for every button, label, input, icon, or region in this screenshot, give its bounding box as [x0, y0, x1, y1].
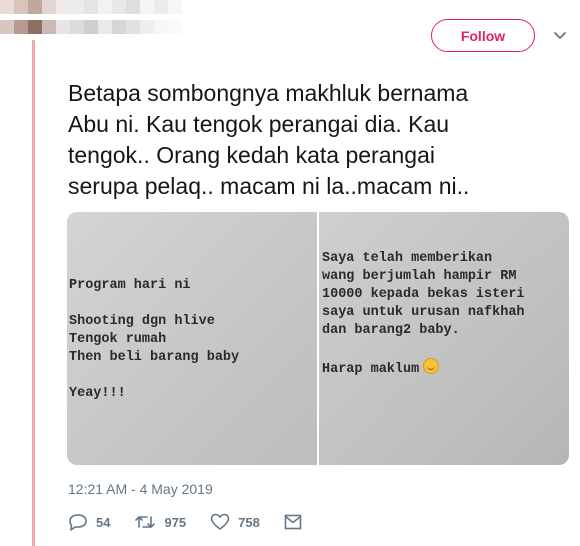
reply-count: 54 [96, 514, 111, 530]
retweet-icon [135, 516, 156, 528]
like-count: 758 [238, 514, 260, 530]
right-image-text: Saya telah memberikan wang berjumlah ham… [322, 250, 525, 379]
chevron-down-icon[interactable] [552, 27, 568, 43]
reply-action[interactable]: 54 [68, 513, 110, 531]
retweet-action[interactable]: 975 [134, 513, 186, 531]
like-icon [210, 513, 230, 530]
media-image-left[interactable]: Program hari ni Shooting dgn hlive Tengo… [67, 212, 317, 465]
media-image-right[interactable]: Saya telah memberikan wang berjumlah ham… [319, 212, 569, 465]
retweet-count: 975 [164, 514, 187, 530]
follow-button[interactable]: Follow [431, 19, 535, 52]
message-action[interactable] [284, 514, 310, 530]
tweet-media[interactable]: Program hari ni Shooting dgn hlive Tengo… [67, 212, 569, 465]
tweet-text: Betapa sombongnya makhluk bernama Abu ni… [68, 80, 470, 199]
tweet-timestamp[interactable]: 12:21 AM - 4 May 2019 [68, 481, 213, 497]
thread-line [32, 40, 35, 546]
right-image-caption: Saya telah memberikan wang berjumlah ham… [322, 251, 525, 377]
message-icon [284, 514, 302, 530]
left-image-text: Program hari ni Shooting dgn hlive Tengo… [69, 278, 240, 401]
tweet-actions: 54 975 758 [68, 513, 334, 531]
blurred-avatar [0, 0, 190, 40]
smile-emoji-icon [423, 358, 440, 374]
like-action[interactable]: 758 [210, 513, 260, 531]
reply-icon [69, 514, 87, 531]
